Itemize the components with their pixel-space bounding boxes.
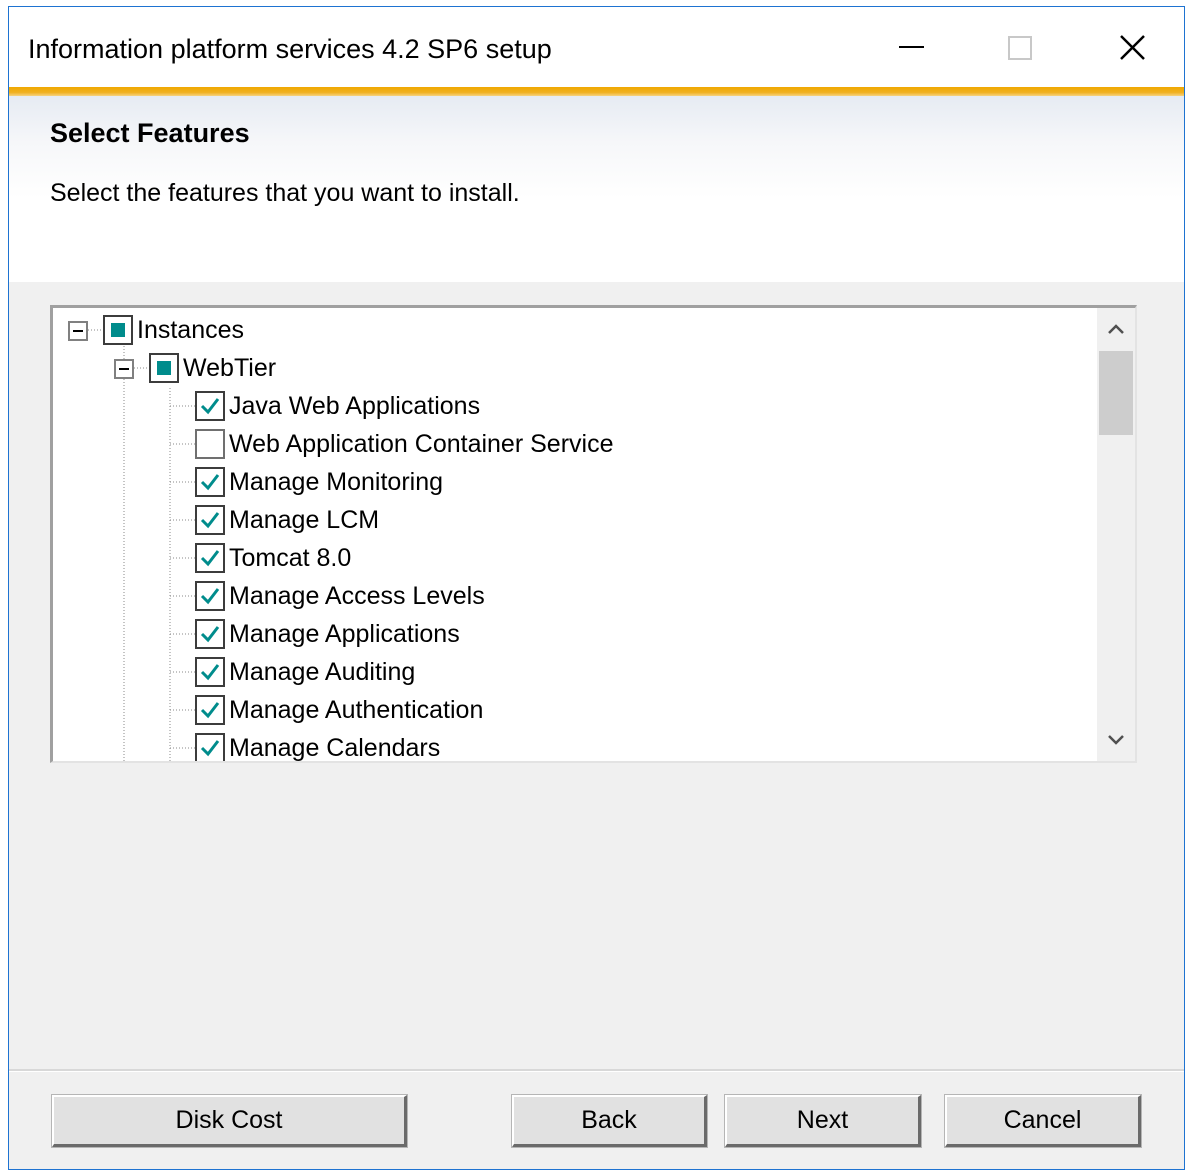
window-title: Information platform services 4.2 SP6 se… [28,34,552,64]
tree-node-feature[interactable]: Web Application Container Service [195,425,613,463]
feature-label: Manage Access Levels [229,581,485,610]
scroll-thumb[interactable] [1099,351,1133,435]
checkmark-icon [200,550,220,567]
feature-tree[interactable]: Instances WebTier Java Web Applications W… [50,305,1137,763]
collapse-webtier-toggle[interactable] [114,359,134,379]
accent-stripe [9,87,1184,96]
tree-node-feature[interactable]: Manage Access Levels [195,577,485,615]
checkmark-icon [200,740,220,757]
feature-label: Manage Auditing [229,657,416,686]
back-button[interactable]: Back [511,1094,708,1148]
tree-node-feature[interactable]: Manage LCM [195,501,379,539]
next-button[interactable]: Next [724,1094,922,1148]
feature-checkbox[interactable] [195,505,225,535]
tree-node-instances[interactable]: Instances [103,311,244,349]
tree-node-feature[interactable]: Manage Authentication [195,691,483,729]
tree-node-feature[interactable]: Java Web Applications [195,387,480,425]
minimize-button[interactable] [856,7,966,87]
feature-label: Manage LCM [229,505,380,534]
scroll-up-button[interactable] [1097,308,1135,348]
tree-node-webtier[interactable]: WebTier [149,349,276,387]
setup-window: Information platform services 4.2 SP6 se… [8,6,1185,1170]
feature-checkbox[interactable] [195,543,225,573]
feature-checkbox[interactable] [195,695,225,725]
tree-node-feature[interactable]: Manage Monitoring [195,463,443,501]
tree-node-feature[interactable]: Manage Applications [195,615,460,653]
tree-node-feature[interactable]: Tomcat 8.0 [195,539,351,577]
close-icon [1120,35,1145,60]
checkmark-icon [200,702,220,719]
tree-scrollbar[interactable] [1097,308,1135,761]
tree-node-label: WebTier [183,353,277,382]
feature-checkbox[interactable] [195,733,225,761]
maximize-icon [1008,36,1032,60]
checkmark-icon [200,474,220,491]
maximize-button[interactable] [966,7,1076,87]
feature-label: Manage Authentication [229,695,484,724]
feature-checkbox[interactable] [195,429,225,459]
checkmark-icon [200,626,220,643]
checkmark-icon [200,588,220,605]
feature-checkbox[interactable] [195,467,225,497]
minimize-icon [899,46,924,48]
checkmark-icon [200,398,220,415]
feature-label: Manage Applications [229,619,460,648]
page-description: Select the features that you want to ins… [50,179,520,207]
checkmark-icon [200,512,220,529]
close-button[interactable] [1076,7,1186,87]
cancel-button[interactable]: Cancel [944,1094,1142,1148]
collapse-instances-toggle[interactable] [68,321,88,341]
page-title: Select Features [50,118,250,148]
tree-node-feature[interactable]: Manage Auditing [195,653,415,691]
webtier-checkbox[interactable] [149,353,179,383]
footer-divider [9,1069,1184,1072]
scroll-down-button[interactable] [1097,721,1135,761]
feature-label: Manage Calendars [229,733,441,762]
feature-label: Web Application Container Service [229,429,614,458]
chevron-up-icon [1108,324,1124,334]
disk-cost-button[interactable]: Disk Cost [51,1094,408,1148]
tree-node-label: Instances [137,315,245,344]
feature-label: Java Web Applications [229,391,481,420]
chevron-down-icon [1108,735,1124,745]
feature-checkbox[interactable] [195,581,225,611]
feature-checkbox[interactable] [195,619,225,649]
instances-checkbox[interactable] [103,315,133,345]
feature-checkbox[interactable] [195,657,225,687]
tree-node-feature[interactable]: Manage Calendars [195,729,441,762]
feature-checkbox[interactable] [195,391,225,421]
title-bar: Information platform services 4.2 SP6 se… [9,7,1184,87]
feature-label: Tomcat 8.0 [229,543,352,572]
checkmark-icon [200,664,220,681]
feature-label: Manage Monitoring [229,467,444,496]
